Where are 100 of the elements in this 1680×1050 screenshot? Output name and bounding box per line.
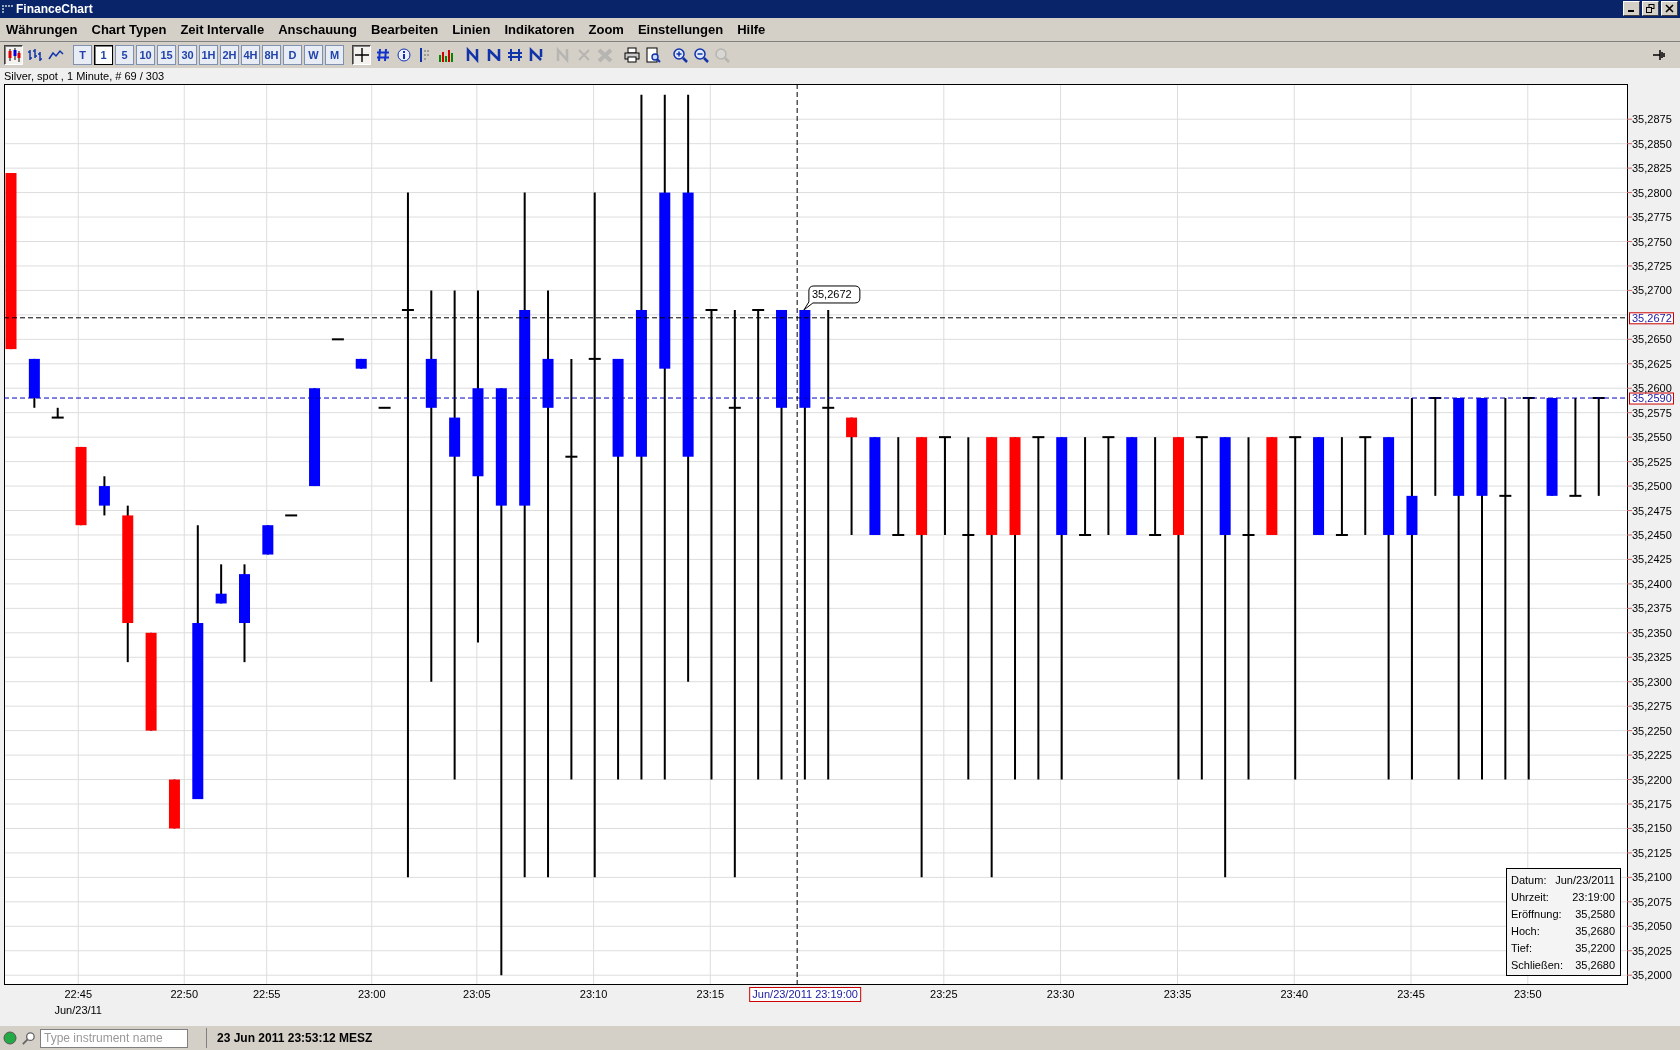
delete-all-icon (596, 47, 613, 63)
interval-button[interactable]: 15 (157, 45, 176, 65)
axis-label: 23:10 (579, 988, 608, 1001)
menu-item[interactable]: Zoom (588, 21, 624, 37)
bar-chart-icon (26, 47, 43, 63)
zoom-icon (713, 47, 730, 63)
axis-label: 35,2550 (1632, 431, 1672, 444)
info-button[interactable] (394, 45, 413, 65)
interval-button[interactable]: 10 (136, 45, 155, 65)
menu-item[interactable]: Indikatoren (504, 21, 575, 37)
info-value: 35,2200 (1575, 942, 1615, 955)
search-icon (21, 1030, 36, 1046)
candlestick (28, 358, 40, 409)
axis-label: 35,2475 (1632, 504, 1672, 517)
axis-label: 35,2725 (1632, 260, 1672, 273)
axis-label: 35,2525 (1632, 455, 1672, 468)
axis-label: 35,2075 (1632, 896, 1672, 909)
axis-label: 35,2225 (1632, 749, 1672, 762)
axis-label: 23:30 (1046, 988, 1075, 1001)
axis-label: 35,2600 (1632, 382, 1672, 395)
menu-item[interactable]: Chart Typen (91, 21, 167, 37)
volume-bars-icon (437, 47, 454, 63)
axis-label: 35,2100 (1632, 871, 1672, 884)
candlestick (50, 407, 65, 419)
axis-label: 35,2775 (1632, 211, 1672, 224)
close-icon (1665, 4, 1674, 14)
menu-item[interactable]: Hilfe (737, 21, 766, 37)
axis-label: 35,2250 (1632, 724, 1672, 737)
app-icon (2, 4, 13, 13)
axis-label: 35,2300 (1632, 675, 1672, 688)
axis-label: 35,2650 (1632, 333, 1672, 346)
axis-label: 35,2050 (1632, 920, 1672, 933)
axis-label: 22:50 (170, 988, 198, 1001)
axis-label: 23:35 (1163, 988, 1192, 1001)
axis-label: 35,2375 (1632, 602, 1672, 615)
printer-button[interactable] (622, 45, 641, 65)
zoom-out-icon (692, 47, 709, 63)
axis-date-label: Jun/23/11 (54, 1004, 102, 1017)
candlestick (168, 778, 180, 830)
info-label: Eröffnung: (1511, 908, 1562, 921)
interval-button[interactable]: 30 (178, 45, 197, 65)
axis-label: 23:15 (696, 988, 725, 1001)
interval-button[interactable]: 2H (220, 45, 239, 65)
axis-label: 35,2150 (1632, 822, 1672, 835)
candlestick (355, 358, 367, 370)
axis-label: 35,2350 (1632, 627, 1672, 639)
candlestick (262, 524, 274, 556)
restore-button[interactable] (1642, 1, 1659, 17)
interval-button[interactable]: 1 (94, 45, 113, 65)
interval-button[interactable]: 5 (115, 45, 134, 65)
axis-label: 23:25 (930, 988, 958, 1001)
axis-label: 35,2000 (1632, 969, 1672, 982)
menu-item[interactable]: Linien (452, 21, 491, 37)
interval-button[interactable]: T (73, 45, 92, 65)
print-preview-button[interactable] (643, 45, 662, 65)
print-preview-icon (644, 47, 661, 63)
menu-item[interactable]: Währungen (6, 21, 78, 37)
window-title: FinanceChart (16, 1, 93, 16)
axis-label: 35,2175 (1632, 798, 1672, 811)
axis-label: 35,2700 (1632, 284, 1672, 297)
close-button[interactable] (1661, 1, 1678, 17)
zoom-in-button[interactable] (670, 45, 689, 65)
crosshair-button[interactable] (352, 45, 371, 65)
price-callout: 35,2672 (803, 285, 861, 311)
info-label: Hoch: (1511, 925, 1540, 938)
delete-icon (575, 47, 592, 63)
axis-label: 35,2625 (1632, 358, 1672, 370)
menu-item[interactable]: Bearbeiten (370, 21, 439, 37)
interval-button[interactable]: 4H (241, 45, 260, 65)
candlestick (284, 514, 299, 517)
info-label: Uhrzeit: (1511, 891, 1549, 904)
interval-button[interactable]: 1H (199, 45, 218, 65)
interval-button[interactable]: M (325, 45, 344, 65)
chart-caption: Silver, spot , 1 Minute, # 69 / 303 (4, 70, 165, 83)
interval-button[interactable]: D (283, 45, 302, 65)
info-value: 35,2680 (1575, 959, 1615, 972)
menu-item[interactable]: Anschauung (278, 21, 357, 37)
axis-label: 35,2125 (1632, 847, 1672, 860)
menu-item[interactable]: Zeit Intervalle (180, 21, 265, 37)
axis-label: 23:40 (1280, 988, 1309, 1001)
info-label: Datum: (1511, 874, 1547, 887)
axis-label: 23:05 (463, 988, 491, 1001)
axis-label: 35,2575 (1632, 406, 1672, 419)
menu-item[interactable]: Einstellungen (637, 21, 724, 37)
minimize-button[interactable] (1623, 1, 1640, 17)
candlestick-chart-button[interactable] (4, 45, 23, 65)
interval-button[interactable]: W (304, 45, 323, 65)
interval-button[interactable]: 8H (262, 45, 281, 65)
info-icon (395, 47, 412, 63)
axis-label: 35,2025 (1632, 944, 1672, 957)
cursor-time-label: Jun/23/2011 23:19:00 (749, 987, 862, 1003)
printer-icon (623, 47, 640, 63)
axis-label: 35,2400 (1632, 578, 1672, 591)
grid-icon (374, 47, 391, 63)
axis-label: 22:45 (64, 988, 92, 1001)
instrument-search-field[interactable]: Type instrument name (40, 1028, 188, 1048)
candlestick (330, 338, 345, 341)
zoom-out-button[interactable] (691, 45, 710, 65)
restore-icon (1646, 4, 1655, 14)
axis-label: 23:45 (1397, 988, 1425, 1001)
